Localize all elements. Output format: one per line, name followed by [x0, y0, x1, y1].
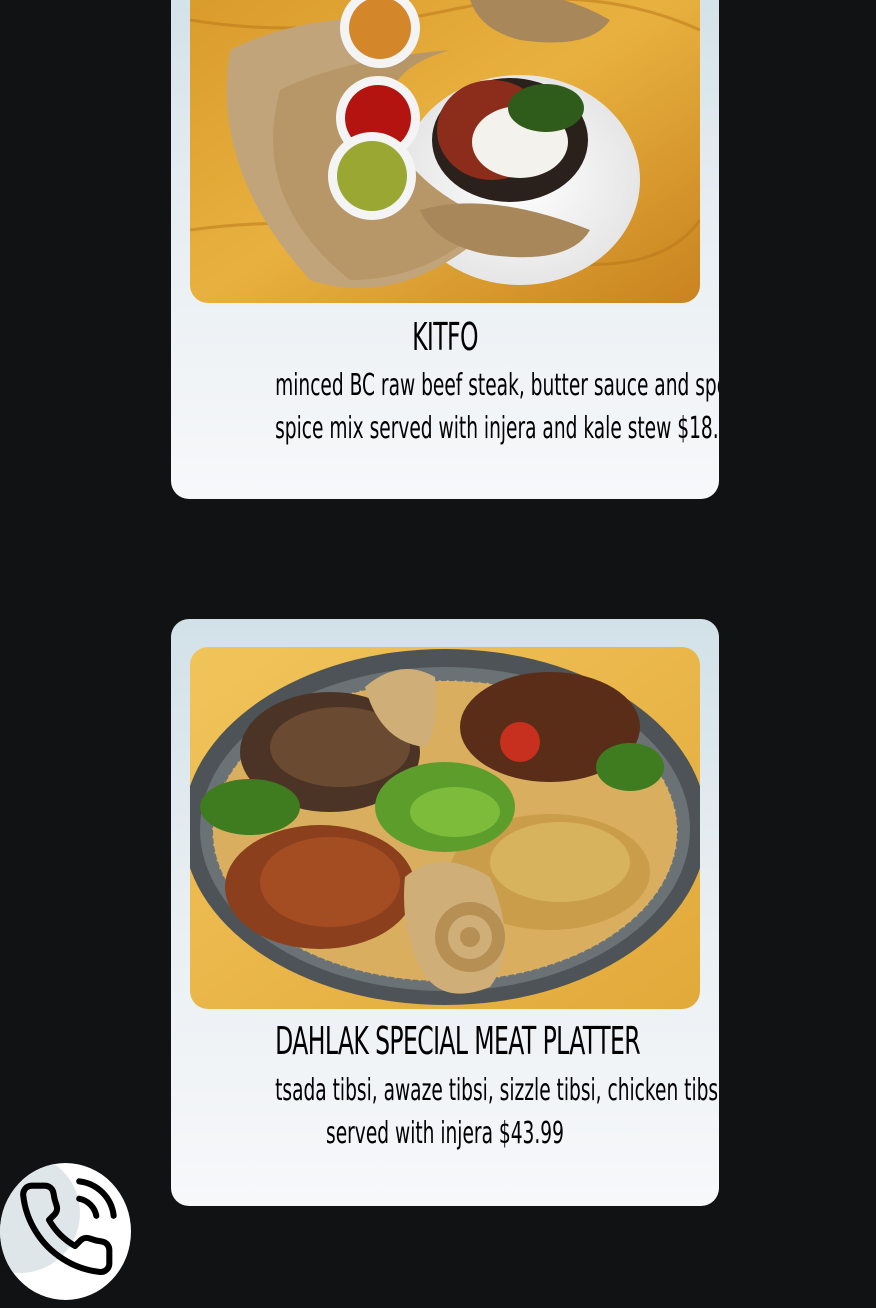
kitfo-photo	[190, 0, 700, 303]
dish-title-meat-platter: DAHLAK SPECIAL MEAT PLATTER	[275, 1019, 641, 1063]
dish-description-line: served with injera $43.99	[326, 1116, 564, 1151]
dish-description-line: minced BC raw beef steak, butter sauce a…	[275, 368, 719, 403]
dish-description-kitfo: minced BC raw beef steak, butter sauce a…	[171, 364, 719, 450]
meat-platter-photo	[190, 647, 700, 1009]
dish-description-line: spice mix served with injera and kale st…	[275, 411, 719, 446]
dish-description-line: tsada tibsi, awaze tibsi, sizzle tibsi, …	[275, 1073, 719, 1108]
menu-page: KITFO minced BC raw beef steak, butter s…	[0, 0, 876, 1308]
dish-description-meat-platter: tsada tibsi, awaze tibsi, sizzle tibsi, …	[171, 1069, 719, 1155]
phone-call-icon	[20, 1178, 117, 1276]
menu-card-meat-platter[interactable]: DAHLAK SPECIAL MEAT PLATTER tsada tibsi,…	[171, 619, 719, 1206]
dish-title-kitfo: KITFO	[412, 315, 478, 359]
call-button[interactable]	[0, 1163, 131, 1300]
menu-card-kitfo[interactable]: KITFO minced BC raw beef steak, butter s…	[171, 0, 719, 499]
